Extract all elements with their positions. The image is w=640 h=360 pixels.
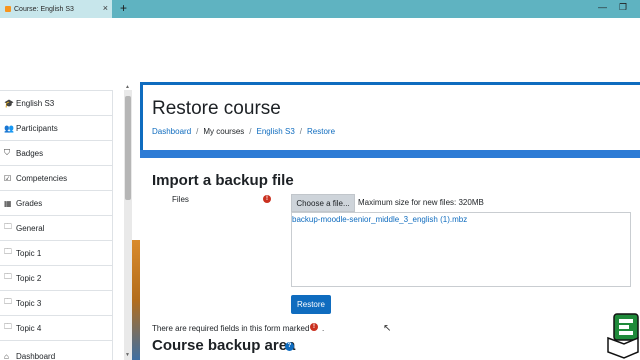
breadcrumb-separator: / [299, 127, 302, 136]
table-icon: ▦ [4, 198, 12, 208]
sidebar-item-topic-1[interactable]: 🗀 Topic 1 [0, 241, 113, 266]
sidebar-item-general[interactable]: 🗀 General [0, 216, 113, 241]
sidebar-item-topic-3[interactable]: 🗀 Topic 3 [0, 291, 113, 316]
folder-icon: 🗀 [4, 247, 12, 256]
tab-close-icon[interactable]: × [103, 3, 108, 13]
graduation-cap-icon: 🎓 [4, 98, 14, 108]
breadcrumb-dashboard[interactable]: Dashboard [152, 127, 191, 136]
breadcrumb-separator: / [196, 127, 199, 136]
folder-icon: 🗀 [4, 222, 12, 231]
course-index-sidebar: 🎓 English S3 👥 Participants ⛉ Badges ☑ C… [0, 90, 113, 360]
browser-tab[interactable]: Course: English S3 × [0, 0, 112, 18]
choose-file-button[interactable]: Choose a file... [291, 194, 355, 212]
sidebar-item-grades[interactable]: ▦ Grades [0, 191, 113, 216]
sidebar-item-dashboard[interactable]: ⌂ Dashboard [0, 344, 113, 360]
sidebar-item-label: Topic 1 [16, 248, 42, 258]
dashboard-icon: ⌂ [4, 352, 9, 360]
sidebar-item-participants[interactable]: 👥 Participants [0, 116, 113, 141]
sidebar-item-label: Topic 4 [16, 323, 42, 333]
content-divider-band [140, 150, 640, 158]
moodle-favicon-icon [5, 6, 11, 12]
sidebar-item-label: Participants [16, 123, 58, 133]
sidebar-item-topic-2[interactable]: 🗀 Topic 2 [0, 266, 113, 291]
sidebar-item-label: Competencies [16, 173, 68, 183]
required-icon: ! [263, 195, 271, 203]
top-blank-area [0, 18, 640, 84]
folder-icon: 🗀 [4, 322, 12, 331]
scroll-up-arrow-icon[interactable]: ▲ [125, 84, 130, 90]
breadcrumb: Dashboard / My courses / English S3 / Re… [152, 127, 335, 136]
breadcrumb-my-courses: My courses [203, 127, 245, 136]
selected-file-link[interactable]: backup-moodle-senior_middle_3_english (1… [292, 215, 467, 224]
sidebar-item-label: Topic 3 [16, 298, 42, 308]
sidebar-item-course[interactable]: 🎓 English S3 [0, 91, 113, 116]
background-image-strip [132, 240, 140, 360]
mouse-cursor-icon: ↖ [383, 323, 392, 334]
required-fields-note: There are required fields in this form m… [152, 324, 310, 333]
required-icon: ! [310, 323, 318, 331]
sidebar-item-competencies[interactable]: ☑ Competencies [0, 166, 113, 191]
sidebar-item-badges[interactable]: ⛉ Badges [0, 141, 113, 166]
scroll-down-arrow-icon[interactable]: ▼ [125, 352, 130, 358]
breadcrumb-restore[interactable]: Restore [307, 127, 335, 136]
sidebar-item-topic-4[interactable]: 🗀 Topic 4 [0, 316, 113, 341]
sidebar-item-label: Dashboard [16, 352, 56, 360]
backup-area-section-title: Course backup area [152, 337, 296, 354]
help-icon[interactable]: ? [285, 342, 294, 351]
sidebar-item-label: Topic 2 [16, 273, 42, 283]
breadcrumb-separator: / [249, 127, 252, 136]
files-label: Files [172, 195, 189, 204]
tab-title: Course: English S3 [14, 5, 74, 13]
header-accent-border [140, 82, 143, 154]
sidebar-item-label: English S3 [16, 98, 55, 108]
users-icon: 👥 [4, 123, 14, 133]
checkbox-icon: ☑ [4, 173, 12, 183]
minimize-icon[interactable]: — [598, 2, 607, 12]
shield-icon: ⛉ [4, 148, 10, 157]
breadcrumb-course[interactable]: English S3 [257, 127, 295, 136]
page-title: Restore course [152, 98, 281, 119]
maximize-icon[interactable]: ❐ [619, 2, 627, 13]
restore-button[interactable]: Restore [291, 295, 331, 314]
scrollbar-thumb[interactable] [125, 96, 131, 200]
max-file-size-text: Maximum size for new files: 320MB [358, 198, 484, 207]
channel-logo-icon [607, 313, 639, 359]
new-tab-button[interactable]: + [120, 1, 127, 15]
folder-icon: 🗀 [4, 297, 12, 306]
sidebar-item-label: Badges [16, 148, 44, 158]
import-section-title: Import a backup file [152, 172, 294, 189]
folder-icon: 🗀 [4, 272, 12, 281]
sidebar-item-label: General [16, 223, 45, 233]
sidebar-item-label: Grades [16, 198, 43, 208]
required-note-end: . [322, 324, 325, 333]
